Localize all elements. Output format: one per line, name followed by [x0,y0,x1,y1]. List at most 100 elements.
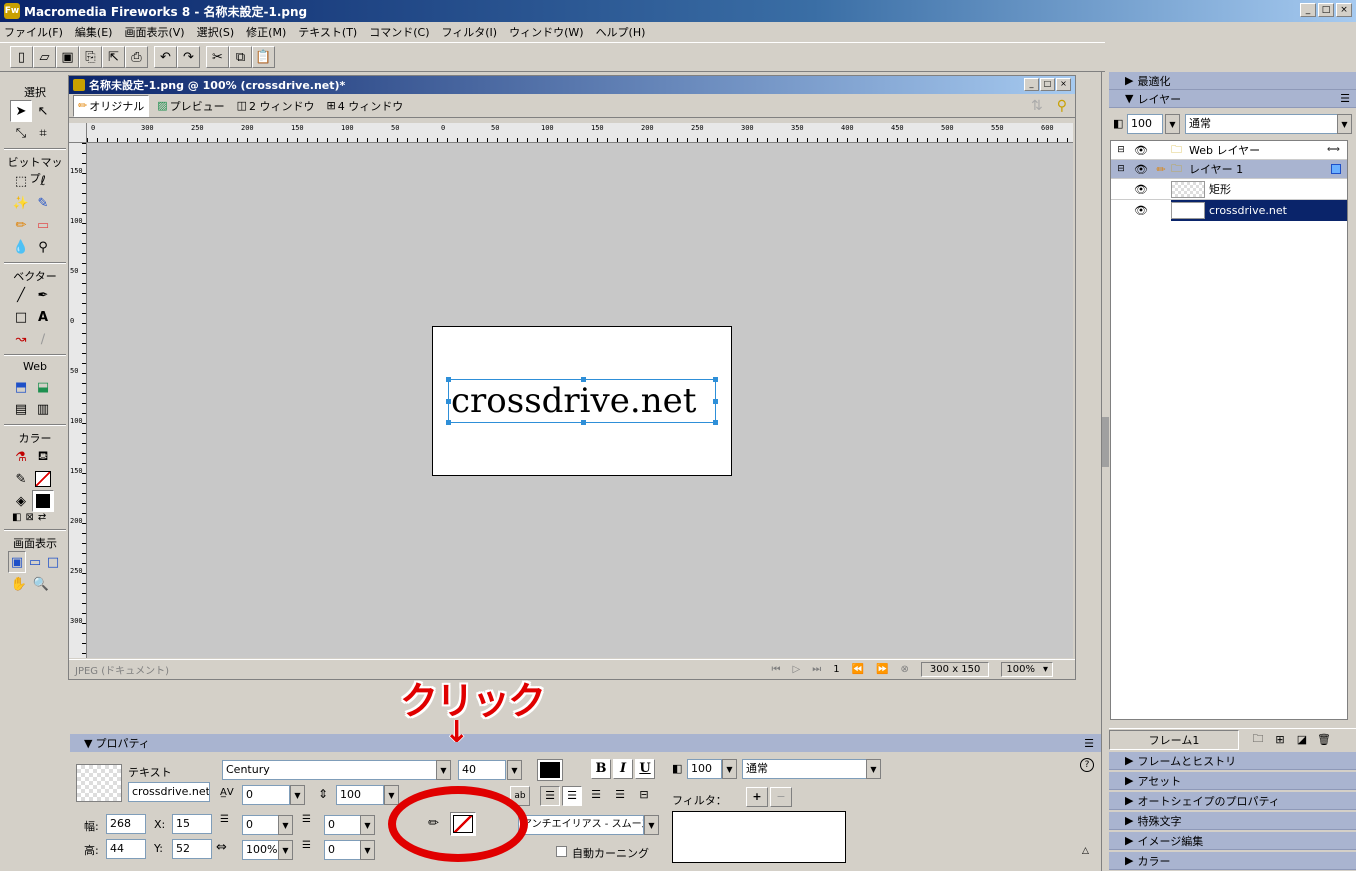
panel-layers-header[interactable]: ▼ レイヤー ☰ [1109,90,1356,108]
line-tool-icon[interactable]: ╱ [10,284,32,306]
eyedropper-tool-icon[interactable]: ⚗ [10,446,32,468]
blend-mode-dropdown[interactable]: ▼ [866,759,881,779]
align-right-button[interactable]: ☰ [586,786,606,806]
align-stretch-button[interactable]: ⊟ [634,786,654,806]
fullscreen-icon[interactable]: □ [44,551,62,573]
canvas-size[interactable]: 300 x 150 [920,662,990,677]
horiz-scale-dropdown[interactable]: ▼ [278,840,293,860]
next-frame-icon[interactable]: ⏩ [876,664,888,675]
eye-icon[interactable]: 👁 [1131,183,1151,196]
panel-options-icon[interactable]: ☰ [1084,737,1094,750]
canvas[interactable]: crossdrive.net [432,326,732,476]
play-icon[interactable]: ▷ [793,664,801,675]
leading-dropdown[interactable]: ▼ [384,785,399,805]
pen-tool-icon[interactable]: ✒ [32,284,54,306]
layer-blend-dropdown[interactable]: ▼ [1337,114,1352,134]
scale-tool-icon[interactable]: ⤡ [10,122,32,144]
blur-tool-icon[interactable]: 💧 [10,236,32,258]
knife-tool-icon[interactable]: ∕ [32,328,54,350]
bold-button[interactable]: B [591,759,611,779]
hand-tool-icon[interactable]: ✋ [8,573,30,595]
panel-special-characters[interactable]: ▶ 特殊文字 [1109,812,1356,830]
horiz-scale-field[interactable]: 100% [242,840,280,860]
menu-edit[interactable]: 編集(E) [75,24,113,40]
panel-splitter[interactable] [1101,72,1109,871]
space-after-field[interactable]: 0 [324,840,362,860]
undo-icon[interactable]: ↶ [154,46,177,68]
align-left-button[interactable]: ☰ [540,786,560,806]
swap-colors-icon[interactable]: ⇄ [38,512,46,523]
fill-swatch[interactable] [32,490,54,512]
maximize-button[interactable]: □ [1318,3,1334,17]
magic-wand-icon[interactable]: ✨ [10,192,32,214]
save-icon[interactable]: ▣ [56,46,79,68]
fullscreen-menu-icon[interactable]: ▭ [26,551,44,573]
panel-frames-history[interactable]: ▶ フレームとヒストリ [1109,752,1356,770]
layer-blend-select[interactable]: 通常 [1185,114,1339,134]
eye-icon[interactable]: 👁 [1131,144,1151,157]
eye-icon[interactable]: 👁 [1131,200,1151,221]
stroke-color-icon[interactable]: ✎ [10,468,32,490]
add-mask-icon[interactable]: ◪ [1291,733,1313,746]
space-before-field[interactable]: 0 [324,815,362,835]
doc-close-button[interactable]: × [1056,78,1071,91]
layer-row-web[interactable]: ⊟ 👁 🗀 Web レイヤー ⟺ [1111,141,1347,160]
standard-screen-icon[interactable]: ▣ [8,551,26,573]
layer-opacity-dropdown[interactable]: ▼ [1165,114,1180,134]
stop-icon[interactable]: ⊗ [901,664,909,675]
x-field[interactable]: 15 [172,814,212,834]
zoom-level[interactable]: 100% ▾ [1001,662,1053,677]
menu-text[interactable]: テキスト(T) [298,24,357,40]
opacity-field[interactable]: 100 [687,759,722,779]
export-icon[interactable]: ⇱ [102,46,125,68]
collapse-panel-icon[interactable]: △ [1082,846,1089,856]
leading-field[interactable]: 100 [336,785,384,805]
menu-commands[interactable]: コマンド(C) [369,24,429,40]
menu-view[interactable]: 画面表示(V) [124,24,184,40]
auto-kerning-checkbox[interactable] [556,846,567,857]
tab-preview[interactable]: ▨ プレビュー [153,96,228,116]
object-name-field[interactable]: crossdrive.net [128,782,210,802]
eraser-tool-icon[interactable]: ▭ [32,214,54,236]
minimize-button[interactable]: _ [1300,3,1316,17]
tab-original[interactable]: ✏ オリジナル [73,94,150,117]
cut-icon[interactable]: ✂ [206,46,229,68]
first-frame-icon[interactable]: ⏮ [772,664,781,675]
fill-color-icon[interactable]: ◈ [10,490,32,512]
space-before-dropdown[interactable]: ▼ [360,815,375,835]
marquee-tool-icon[interactable]: ⬚ [10,170,32,192]
paint-bucket-icon[interactable]: ⛾ [32,446,54,468]
import-icon[interactable]: ⎘ [79,46,102,68]
menu-file[interactable]: ファイル(F) [4,24,63,40]
layer-row-text[interactable]: 👁 crossdrive.net [1111,200,1347,221]
pencil-tool-icon[interactable]: ✏ [10,214,32,236]
tab-4up[interactable]: ⊞ 4 ウィンドウ [323,96,408,116]
menu-help[interactable]: ヘルプ(H) [596,24,646,40]
layer-row-rect[interactable]: 👁 矩形 [1111,179,1347,200]
opacity-dropdown[interactable]: ▼ [722,759,737,779]
text-selection-box[interactable]: crossdrive.net [446,377,718,425]
eye-icon[interactable]: 👁 [1131,163,1151,176]
indent-field[interactable]: 0 [242,815,280,835]
italic-button[interactable]: I [613,759,633,779]
antialias-dropdown[interactable]: ▼ [644,815,659,835]
close-button[interactable]: × [1336,3,1352,17]
quick-export-icon[interactable]: ⇅ [1031,98,1043,114]
no-stroke-icon[interactable]: ⊠ [25,512,33,523]
menu-window[interactable]: ウィンドウ(W) [509,24,583,40]
font-size-dropdown[interactable]: ▼ [507,760,522,780]
text-tool-icon[interactable]: A [32,306,54,328]
indent-dropdown[interactable]: ▼ [278,815,293,835]
menu-filters[interactable]: フィルタ(I) [441,24,497,40]
slice-tool-icon[interactable]: ⬓ [32,376,54,398]
new-layer-icon[interactable]: ⊞ [1269,733,1291,746]
copy-icon[interactable]: ⧉ [229,46,252,68]
lasso-tool-icon[interactable]: ℓ [32,170,54,192]
show-hotspots-icon[interactable]: ▥ [32,398,54,420]
fill-none-icon[interactable] [32,468,54,490]
preview-browser-icon[interactable]: ⚲ [1057,98,1067,114]
width-field[interactable]: 268 [106,814,146,834]
panel-autoshape-properties[interactable]: ▶ オートシェイプのプロパティ [1109,792,1356,810]
last-frame-icon[interactable]: ⏭ [812,664,821,675]
menu-select[interactable]: 選択(S) [197,24,235,40]
